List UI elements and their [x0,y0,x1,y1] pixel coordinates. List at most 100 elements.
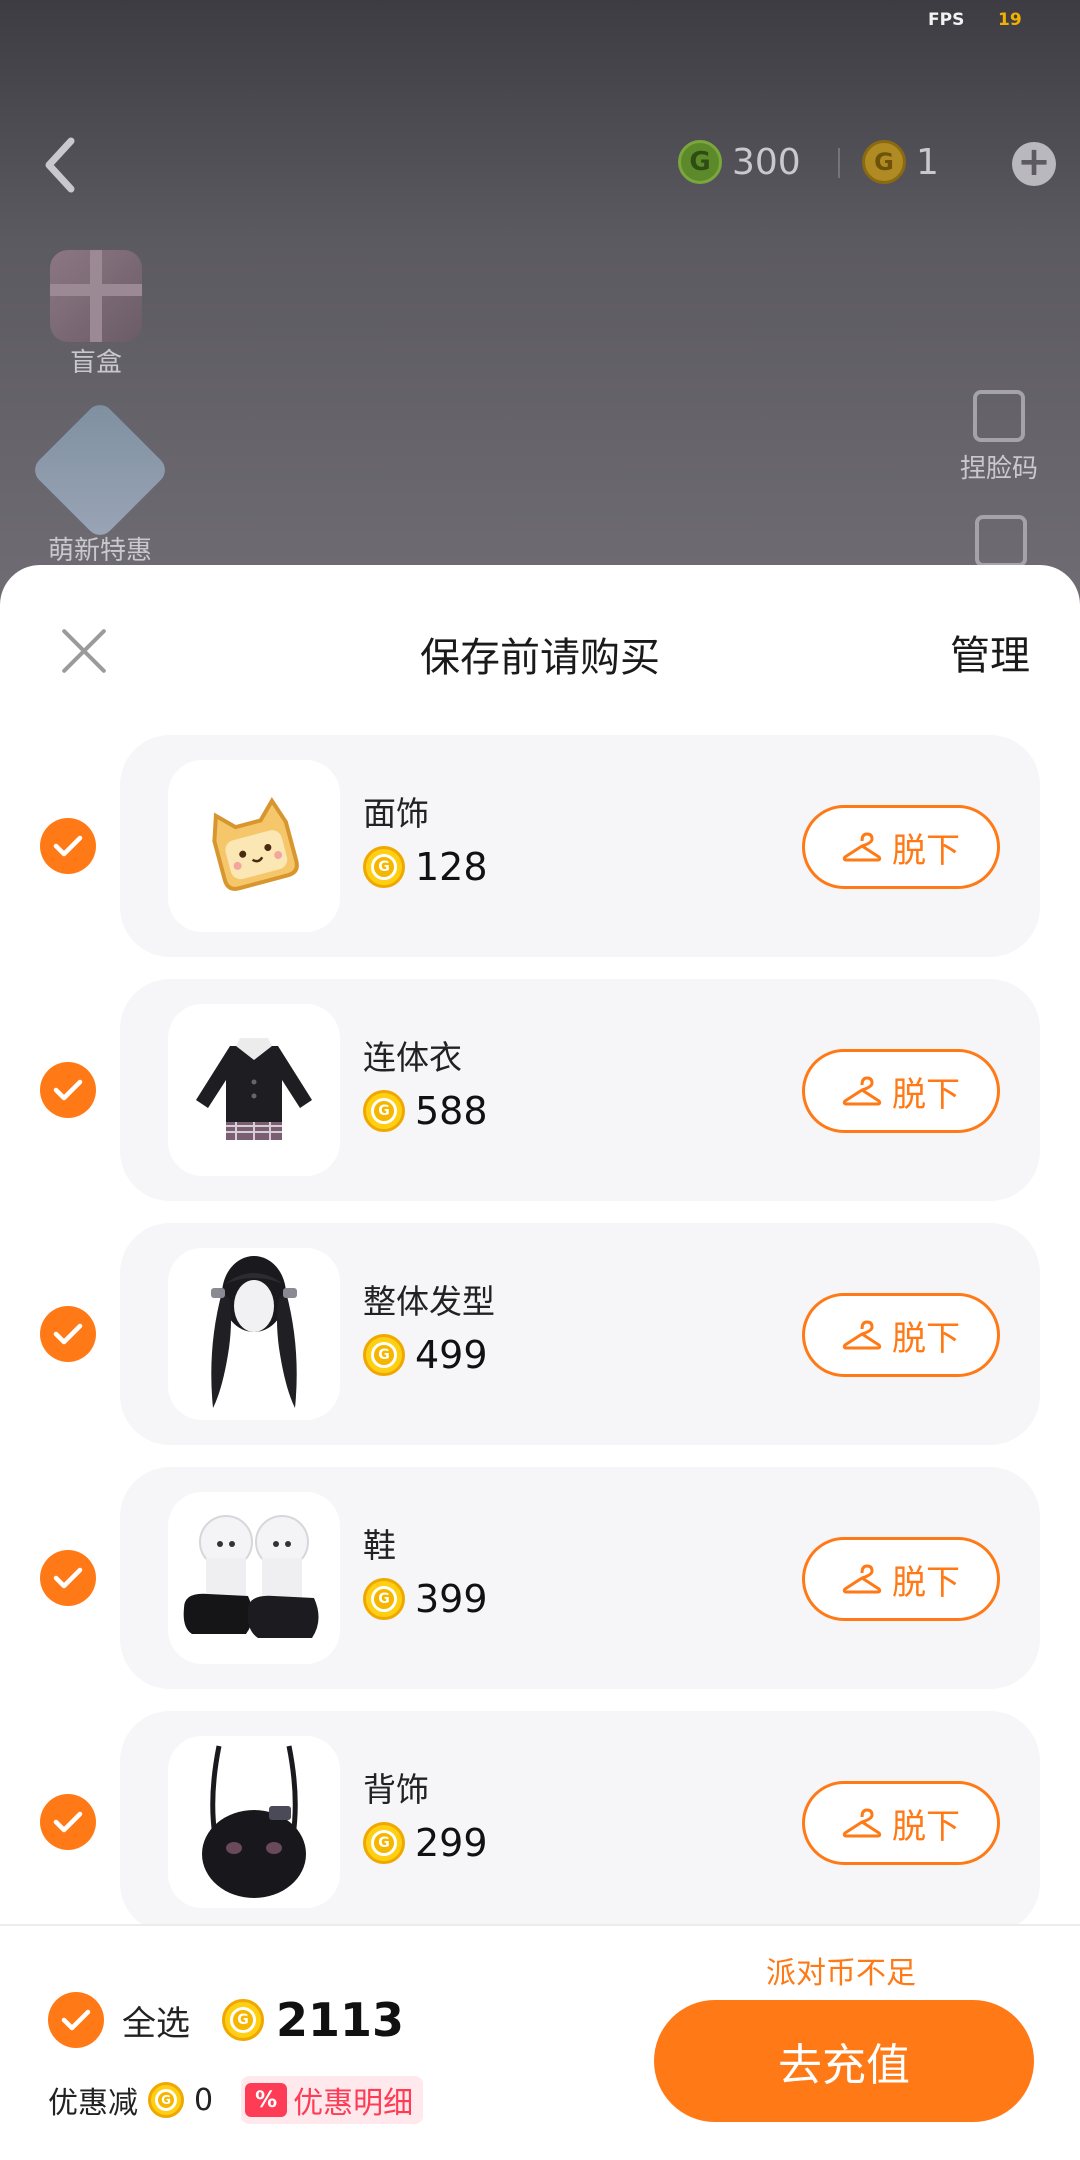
gold-coin-icon: G [862,140,906,184]
discount-row: 优惠减 G 0 % 优惠明细 [48,2076,424,2124]
newbie-offer-label: 萌新特惠 [48,536,153,566]
take-off-label: 脱下 [892,1806,960,1847]
blind-box-label: 盲盒 [69,348,122,378]
purchase-sheet: 保存前请购买 管理 面饰 G 128 脱下 连体衣 G 588 脱下 整体发型 … [0,565,1080,2160]
item-thumbnail [168,1004,340,1176]
gold-coin-icon: G [363,1334,405,1376]
item-name: 连体衣 [363,1038,462,1077]
take-off-label: 脱下 [892,1074,960,1115]
sheet-header: 保存前请购买 管理 [0,565,1080,735]
discount-label: 优惠减 [48,2086,138,2121]
green-coin-amount: 300 [732,141,801,183]
hanger-icon [842,1564,882,1594]
list-item: 面饰 G 128 脱下 [0,735,1080,979]
item-card: 面饰 G 128 脱下 [120,735,1040,957]
share-entry[interactable] [975,515,1027,567]
item-name: 整体发型 [363,1282,495,1321]
item-price: G 399 [363,1577,488,1621]
green-coin-balance: G 300 [678,140,801,184]
gold-coin-icon: G [148,2082,184,2118]
item-card: 连体衣 G 588 脱下 [120,979,1040,1201]
item-price-value: 299 [415,1821,488,1865]
select-all-checkbox[interactable] [48,1992,104,2048]
take-off-button[interactable]: 脱下 [802,1781,1000,1865]
backpack-image [202,1745,306,1898]
select-all-row: 全选 G 2113 [48,1992,404,2048]
newbie-offer-entry[interactable]: 萌新特惠 [29,399,171,567]
item-price-value: 588 [415,1089,488,1133]
sheet-title: 保存前请购买 [420,635,660,681]
fps-value: 19 [998,10,1022,30]
hanger-icon [842,1076,882,1106]
discount-value: 0 [194,2082,214,2118]
item-thumbnail [168,760,340,932]
item-checkbox[interactable] [40,1062,96,1118]
newbie-offer-icon [29,399,171,541]
item-price: G 128 [363,845,488,889]
blind-box-entry[interactable]: 盲盒 [50,250,142,379]
discount-percent-icon: % [245,2083,288,2117]
share-icon [975,515,1027,567]
item-thumbnail [168,1248,340,1420]
take-off-button[interactable]: 脱下 [802,1537,1000,1621]
item-name: 面饰 [363,794,429,833]
item-list: 面饰 G 128 脱下 连体衣 G 588 脱下 整体发型 G 499 脱下 鞋… [0,735,1080,1955]
item-checkbox[interactable] [40,1550,96,1606]
gold-coin-amount: 1 [916,141,939,183]
list-item: 整体发型 G 499 脱下 [0,1223,1080,1467]
item-price-value: 128 [415,845,488,889]
total-price: G 2113 [222,1993,404,2047]
list-item: 背饰 G 299 脱下 [0,1711,1080,1955]
check-icon [61,2009,91,2031]
take-off-button[interactable]: 脱下 [802,805,1000,889]
add-currency-button[interactable]: + [1012,142,1056,186]
check-icon [53,1567,83,1589]
pinch-face-code-entry[interactable]: 捏脸码 [960,390,1038,485]
take-off-button[interactable]: 脱下 [802,1049,1000,1133]
take-off-button[interactable]: 脱下 [802,1293,1000,1377]
item-price: G 588 [363,1089,488,1133]
currency-divider [838,148,840,178]
cat-face-accessory-image [212,797,299,891]
back-button[interactable] [30,130,90,200]
item-thumbnail [168,1736,340,1908]
pinch-face-code-label: 捏脸码 [960,454,1039,484]
discount-detail-button[interactable]: % 优惠明细 [241,2076,424,2124]
gift-box-icon [50,250,142,342]
edit-icon [973,390,1025,442]
fps-label: FPS [928,10,965,30]
manage-button[interactable]: 管理 [950,623,1030,681]
gold-coin-icon: G [363,1822,405,1864]
check-icon [53,1811,83,1833]
hanger-icon [842,1808,882,1838]
item-price-value: 499 [415,1333,488,1377]
shoes-image [183,1515,319,1638]
chevron-left-icon [45,137,75,193]
item-checkbox[interactable] [40,1306,96,1362]
gold-coin-icon: G [363,1090,405,1132]
hairstyle-image [211,1256,297,1408]
take-off-label: 脱下 [892,830,960,871]
recharge-button[interactable]: 去充值 [654,2000,1034,2122]
gold-coin-balance: G 1 [862,140,939,184]
item-price-value: 399 [415,1577,488,1621]
item-checkbox[interactable] [40,1794,96,1850]
take-off-label: 脱下 [892,1318,960,1359]
list-item: 鞋 G 399 脱下 [0,1467,1080,1711]
select-all-label: 全选 [122,2003,190,2044]
item-card: 整体发型 G 499 脱下 [120,1223,1040,1445]
hanger-icon [842,832,882,862]
item-name: 鞋 [363,1526,396,1565]
item-name: 背饰 [363,1770,429,1809]
gold-coin-icon: G [363,846,405,888]
item-card: 背饰 G 299 脱下 [120,1711,1040,1933]
checkout-footer: 派对币不足 全选 G 2113 优惠减 G 0 % 优惠明细 去充值 [0,1924,1080,2160]
total-price-value: 2113 [276,1993,405,2047]
game-background: FPS 19 G 300 G 1 + 盲盒 萌新特惠 捏脸码 [0,0,1080,600]
gold-coin-icon: G [363,1578,405,1620]
jumpsuit-image [196,1038,312,1140]
list-item: 连体衣 G 588 脱下 [0,979,1080,1223]
insufficient-balance-warning: 派对币不足 [766,1956,916,1991]
gold-coin-icon: G [222,1999,264,2041]
item-checkbox[interactable] [40,818,96,874]
